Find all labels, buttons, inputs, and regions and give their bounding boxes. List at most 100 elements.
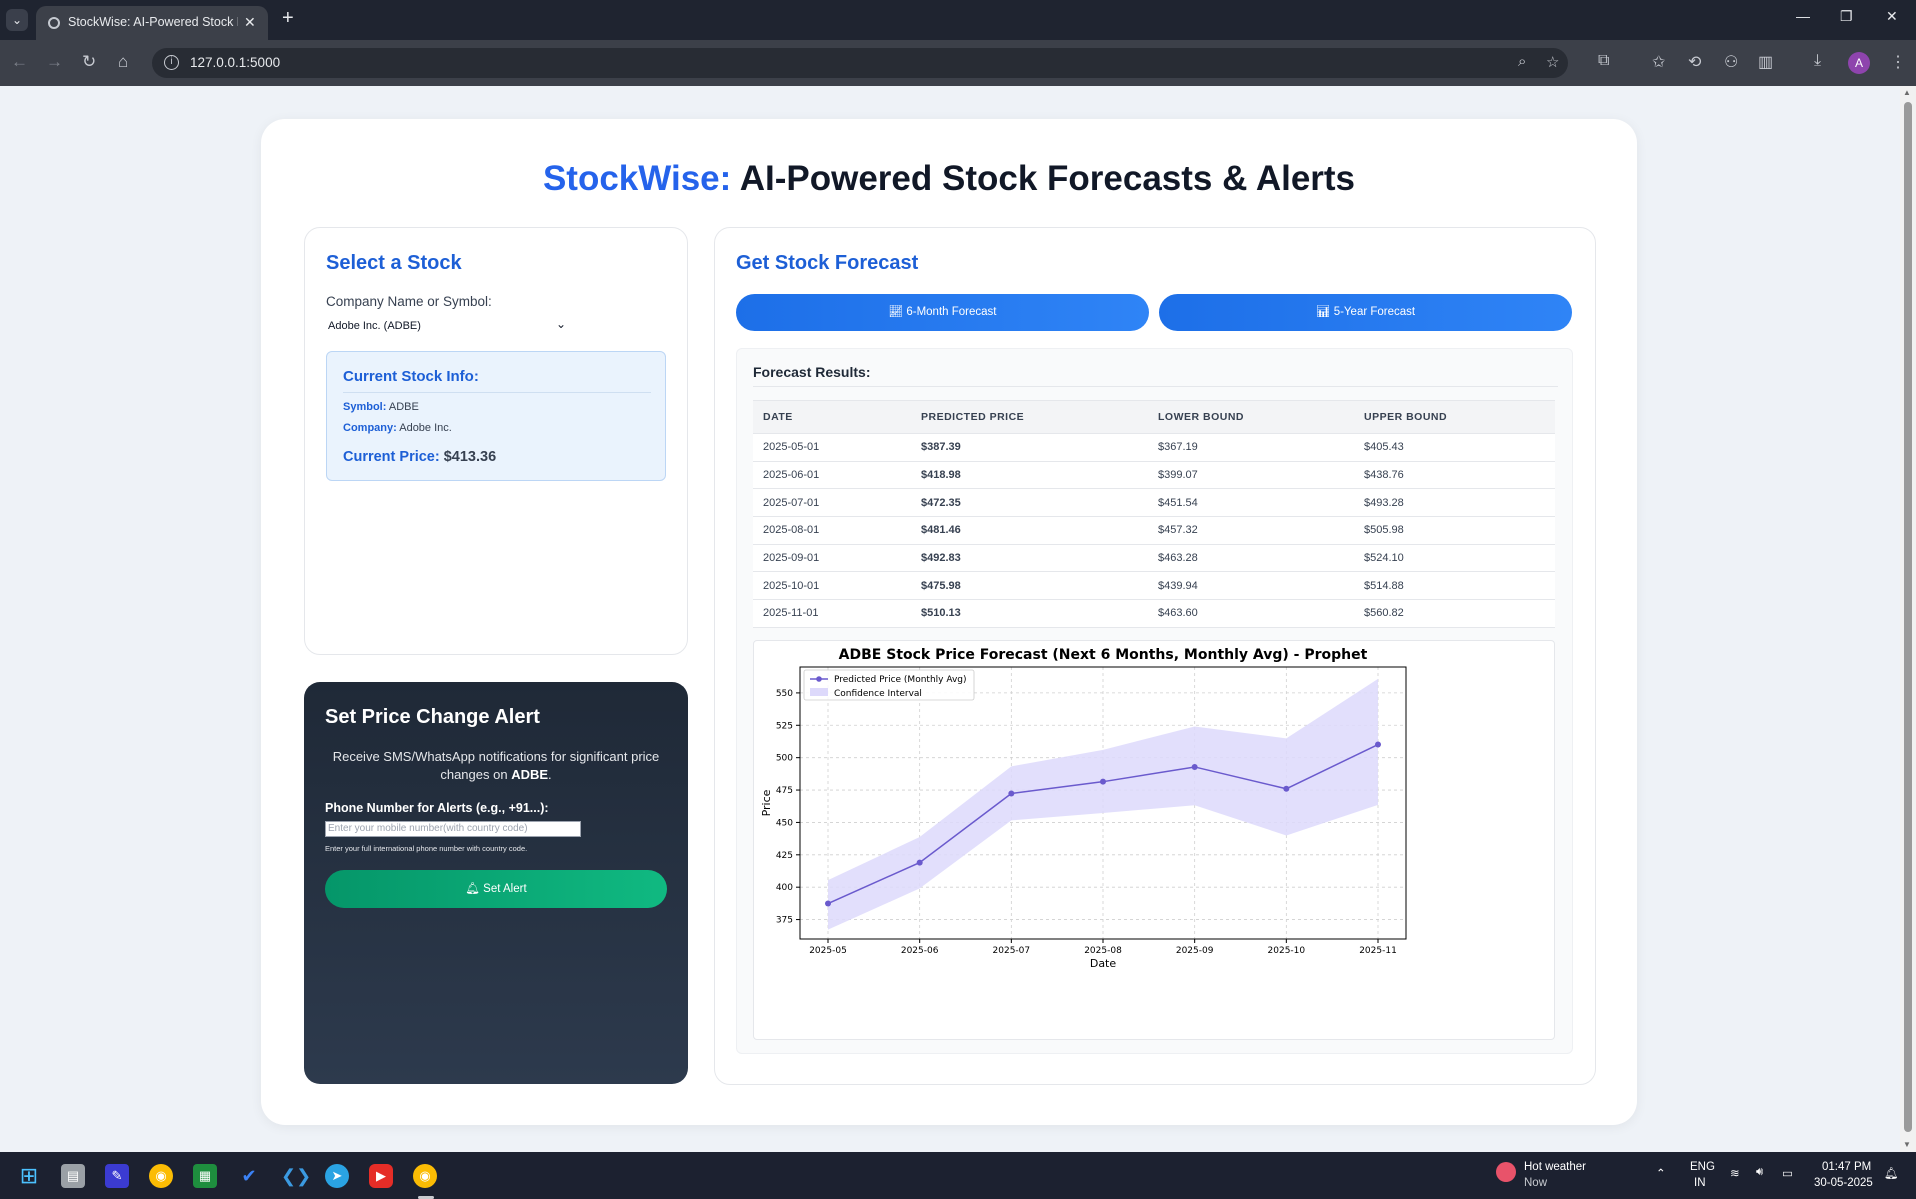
reading-mode-icon[interactable]: ▥ [1758,52,1773,72]
youtube-icon[interactable]: ▶ [369,1164,393,1188]
company-select[interactable]: Adobe Inc. (ADBE) ⌄ [326,317,566,335]
scroll-down-icon[interactable]: ▼ [1903,1140,1911,1149]
url-text[interactable]: 127.0.0.1:5000 [190,55,280,70]
bar-chart-icon: 📊︎ [1315,306,1331,318]
x-axis-label: Date [1090,957,1117,970]
alert-symbol: ADBE [511,767,549,782]
table-row: 2025-11-01 $510.13 $463.60 $560.82 [753,599,1555,628]
home-icon[interactable]: ⌂ [118,52,128,72]
tab-search-chevron-icon[interactable]: ⌄ [6,9,28,31]
notification-icon[interactable]: 🔔︎ [1884,1166,1899,1180]
cell-upper: $505.98 [1354,516,1555,545]
clock-time[interactable]: 01:47 PM [1822,1161,1871,1173]
cell-date: 2025-11-01 [753,599,911,628]
language-primary[interactable]: ENG [1690,1161,1715,1173]
site-info-icon[interactable]: i [164,55,179,70]
bookmark-star-icon[interactable]: ☆ [1546,53,1559,71]
cell-date: 2025-05-01 [753,433,911,462]
browser-menu-icon[interactable]: ⋮ [1890,52,1906,72]
forecast-card: Get Stock Forecast 📈︎ 6-Month Forecast 📊… [714,227,1596,1085]
globe-icon [48,17,60,29]
task-view-icon[interactable]: ▤ [61,1164,85,1188]
company-field-label: Company Name or Symbol: [326,294,492,309]
telegram-icon[interactable]: ➤ [325,1164,349,1188]
table-row: 2025-06-01 $418.98 $399.07 $438.76 [753,461,1555,490]
phone-hint: Enter your full international phone numb… [325,844,528,853]
incognito-icon[interactable]: ⚇ [1724,52,1738,72]
editor-app-icon[interactable]: ✎ [105,1164,129,1188]
current-price: $413.36 [443,449,497,465]
six-month-forecast-button[interactable]: 📈︎ 6-Month Forecast [736,294,1149,331]
history-icon[interactable]: ⟲ [1688,52,1701,72]
chrome-active-icon[interactable]: ◉ [413,1164,437,1188]
restore-icon[interactable]: ❐ [1840,8,1853,25]
legend-band-label: Confidence Interval [834,689,922,699]
y-tick-label: 550 [776,689,793,699]
main-container: StockWise: AI-Powered Stock Forecasts & … [261,119,1637,1125]
photos-app-icon[interactable]: ▦ [193,1164,217,1188]
cell-upper: $524.10 [1354,544,1555,573]
download-icon[interactable]: ⤓ [1814,52,1821,70]
cell-upper: $560.82 [1354,599,1555,628]
data-point [1191,763,1198,770]
chrome-icon[interactable]: ◉ [149,1164,173,1188]
cell-date: 2025-10-01 [753,571,911,601]
current-stock-info: Current Stock Info: Symbol: ADBE Company… [326,351,666,481]
set-alert-button[interactable]: 🔔︎ Set Alert [325,870,667,908]
tray-chevron-up-icon[interactable]: ⌃ [1656,1166,1666,1180]
cell-lower: $399.07 [1148,461,1354,490]
y-tick-label: 375 [776,916,793,926]
volume-icon[interactable]: 🔊︎ [1756,1166,1763,1179]
forward-icon[interactable]: → [46,52,63,72]
browser-toolbar: ← → ↻ ⌂ i 127.0.0.1:5000 ⌕ ☆ ⧉ ✩ ⟲ ⚇ ▥ ⤓… [0,40,1916,86]
vscode-icon[interactable]: ❮❯ [281,1164,311,1188]
extensions-icon[interactable]: ⧉ [1598,52,1609,70]
cell-lower: $463.28 [1148,544,1354,573]
scroll-up-icon[interactable]: ▲ [1903,88,1911,97]
page-scrollbar[interactable]: ▲ ▼ [1900,86,1916,1152]
address-bar[interactable]: i 127.0.0.1:5000 ⌕ ☆ [152,48,1568,78]
wifi-icon[interactable]: ≋ [1730,1166,1740,1180]
table-header-row: DATE PREDICTED PRICE LOWER BOUND UPPER B… [753,400,1555,434]
language-secondary: IN [1694,1177,1706,1189]
y-tick-label: 500 [776,754,793,764]
cell-upper: $514.88 [1354,571,1555,601]
cell-predicted: $510.13 [911,599,1148,628]
profile-avatar[interactable]: A [1848,52,1870,74]
minimize-icon[interactable]: — [1796,8,1810,24]
cell-upper: $493.28 [1354,488,1555,518]
y-axis-label: Price [760,789,773,816]
table-row: 2025-08-01 $481.46 $457.32 $505.98 [753,516,1555,545]
five-year-forecast-button[interactable]: 📊︎ 5-Year Forecast [1159,294,1572,331]
cell-date: 2025-07-01 [753,488,911,518]
scroll-thumb[interactable] [1904,102,1912,1132]
zoom-icon[interactable]: ⌕ [1518,53,1526,70]
x-tick-label: 2025-07 [993,946,1031,956]
windows-start-icon[interactable]: ⊞ [17,1164,41,1188]
data-point [825,900,831,907]
favorites-icon[interactable]: ✩ [1652,52,1665,72]
browser-tab[interactable]: StockWise: AI-Powered Stock Fo ✕ [36,6,268,40]
back-icon[interactable]: ← [11,52,28,72]
weather-title[interactable]: Hot weather [1524,1161,1586,1173]
battery-icon[interactable]: ▭ [1782,1166,1793,1180]
select-stock-heading: Select a Stock [326,252,462,274]
tab-title: StockWise: AI-Powered Stock Fo [68,15,238,29]
todo-app-icon[interactable]: ✔ [237,1164,261,1188]
symbol-value: ADBE [388,401,419,413]
chart-title: ADBE Stock Price Forecast (Next 6 Months… [839,647,1368,663]
close-tab-icon[interactable]: ✕ [244,12,256,32]
cell-predicted: $472.35 [911,488,1148,518]
weather-icon[interactable] [1496,1162,1516,1182]
y-tick-label: 425 [776,851,793,861]
phone-input[interactable]: Enter your mobile number(with country co… [325,821,581,837]
window-close-icon[interactable]: ✕ [1886,8,1898,25]
col-lower: LOWER BOUND [1148,400,1354,434]
reload-icon[interactable]: ↻ [82,52,96,72]
alert-description: Receive SMS/WhatsApp notifications for s… [325,748,667,784]
divider [343,392,651,393]
cell-predicted: $387.39 [911,433,1148,462]
new-tab-icon[interactable]: + [282,7,294,30]
symbol-row: Symbol: ADBE [343,401,419,413]
os-taskbar: ⊞ ▤ ✎ ◉ ▦ ✔ ❮❯ ➤ ▶ ◉ Hot weather Now ⌃ E… [0,1152,1916,1199]
